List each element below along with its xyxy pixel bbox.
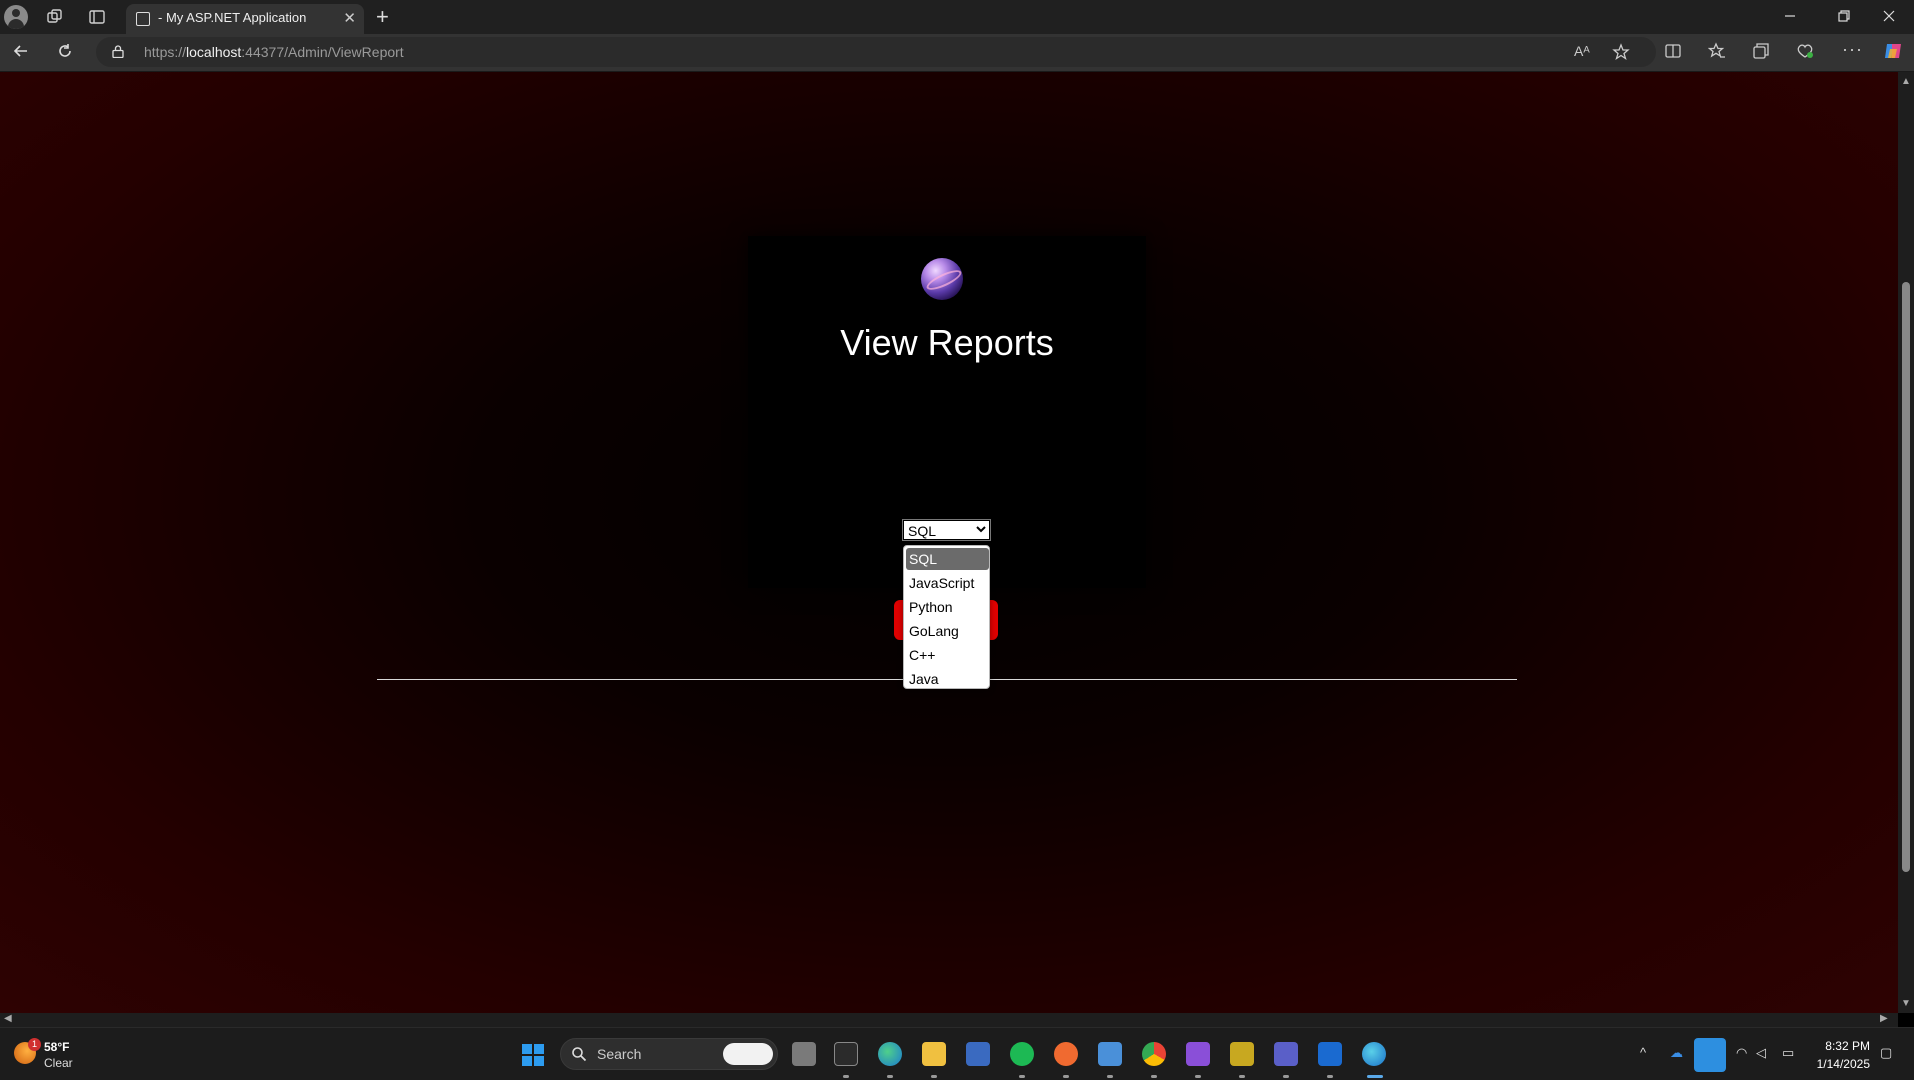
microsoft-store-icon[interactable] — [966, 1042, 990, 1066]
option-python[interactable]: Python — [906, 596, 989, 618]
windows-start-icon[interactable] — [522, 1044, 544, 1066]
option-sql[interactable]: SQL — [906, 548, 989, 570]
split-screen-icon[interactable] — [1664, 42, 1682, 60]
clock-time[interactable]: 8:32 PM — [1820, 1039, 1870, 1053]
favorite-star-icon[interactable] — [1612, 43, 1630, 61]
page-icon — [136, 12, 150, 26]
running-indicator — [1063, 1075, 1069, 1078]
read-aloud-icon[interactable]: Aᴬ — [1574, 43, 1590, 59]
search-label: Search — [597, 1046, 642, 1062]
tab-title: - My ASP.NET Application — [158, 10, 307, 25]
browser-titlebar: - My ASP.NET Application ✕ + — [0, 0, 1914, 34]
running-indicator — [1239, 1075, 1245, 1078]
select-dropdown-list: SQL JavaScript Python GoLang C++ Java — [903, 545, 990, 689]
chevron-down-icon — [976, 526, 986, 533]
search-icon — [572, 1047, 587, 1062]
option-javascript[interactable]: JavaScript — [906, 572, 989, 594]
scroll-down-icon[interactable]: ▼ — [1901, 998, 1911, 1009]
teams-icon[interactable] — [1274, 1042, 1298, 1066]
notepad-icon[interactable] — [1098, 1042, 1122, 1066]
running-indicator — [1195, 1075, 1201, 1078]
active-indicator — [1367, 1075, 1383, 1078]
profile-icon[interactable] — [4, 5, 28, 29]
vertical-tabs-icon[interactable] — [88, 8, 106, 26]
select-value: SQL — [908, 523, 937, 539]
option-golang[interactable]: GoLang — [906, 620, 989, 642]
search-highlight-icon — [723, 1043, 773, 1065]
running-indicator — [1327, 1075, 1333, 1078]
horizontal-scrollbar[interactable]: ◀ ▶ — [0, 1013, 1898, 1027]
refresh-icon[interactable] — [56, 42, 74, 60]
weather-badge: 1 — [28, 1038, 41, 1051]
spotify-icon[interactable] — [1010, 1042, 1034, 1066]
volume-icon[interactable]: ◁ — [1756, 1045, 1766, 1061]
new-tab-icon[interactable]: + — [376, 4, 389, 30]
option-cpp[interactable]: C++ — [906, 644, 989, 666]
scrollbar-thumb[interactable] — [1902, 282, 1910, 872]
postman-icon[interactable] — [1054, 1042, 1078, 1066]
url-input[interactable]: https://localhost:44377/Admin/ViewReport… — [96, 37, 1656, 67]
browser-tab[interactable]: - My ASP.NET Application ✕ — [126, 4, 364, 34]
battery-icon[interactable]: ▭ — [1782, 1045, 1794, 1061]
task-view-icon[interactable] — [792, 1042, 816, 1066]
clock-date[interactable]: 1/14/2025 — [1810, 1057, 1870, 1071]
running-indicator — [1151, 1075, 1157, 1078]
browser-essentials-icon[interactable] — [1796, 42, 1814, 60]
lock-icon[interactable] — [112, 45, 124, 58]
scroll-right-icon[interactable]: ▶ — [1880, 1013, 1888, 1024]
vertical-scrollbar[interactable]: ▲ ▼ — [1898, 72, 1914, 1013]
running-indicator — [1019, 1075, 1025, 1078]
favorites-icon[interactable] — [1708, 42, 1726, 60]
collections-icon[interactable] — [1752, 42, 1770, 60]
screen: - My ASP.NET Application ✕ + https://loc… — [0, 0, 1914, 1080]
weather-condition[interactable]: Clear — [44, 1056, 73, 1070]
restore-icon[interactable] — [1837, 9, 1851, 23]
chrome-icon[interactable] — [1142, 1042, 1166, 1066]
terminal-icon[interactable] — [834, 1042, 858, 1066]
taskbar-search[interactable]: Search — [560, 1038, 778, 1070]
back-icon[interactable] — [12, 42, 30, 60]
notifications-icon[interactable]: ▢ — [1880, 1045, 1892, 1061]
running-indicator — [843, 1075, 849, 1078]
scroll-up-icon[interactable]: ▲ — [1901, 76, 1911, 87]
workspaces-icon[interactable] — [46, 8, 64, 26]
address-bar-row: https://localhost:44377/Admin/ViewReport… — [0, 34, 1914, 72]
file-explorer-icon[interactable] — [922, 1042, 946, 1066]
microphone-icon[interactable] — [1694, 1038, 1726, 1072]
show-hidden-icons-icon[interactable]: ^ — [1640, 1045, 1646, 1060]
url-host: localhost — [186, 44, 242, 60]
taskbar: 1 58°F Clear Search ^ ☁ ◠ ◁ ▭ 8:32 PM 1/… — [0, 1027, 1914, 1080]
copilot-icon[interactable] — [1882, 40, 1904, 62]
scroll-left-icon[interactable]: ◀ — [4, 1013, 12, 1024]
url-scheme: https:// — [144, 44, 187, 60]
close-window-icon[interactable] — [1882, 9, 1896, 23]
running-indicator — [887, 1075, 893, 1078]
report-language-select[interactable]: SQL — [902, 519, 991, 541]
wifi-icon[interactable]: ◠ — [1736, 1045, 1747, 1061]
sql-server-icon[interactable] — [1230, 1042, 1254, 1066]
close-tab-icon[interactable]: ✕ — [343, 9, 356, 27]
minimize-icon[interactable] — [1782, 8, 1798, 24]
app-logo-icon — [921, 258, 963, 300]
onedrive-icon[interactable]: ☁ — [1670, 1045, 1683, 1061]
weather-temperature[interactable]: 58°F — [44, 1040, 69, 1054]
page-title: View Reports — [840, 322, 1054, 363]
url-path: :44377/Admin/ViewReport — [241, 44, 404, 60]
url-text: https://localhost:44377/Admin/ViewReport — [144, 44, 404, 60]
running-indicator — [1107, 1075, 1113, 1078]
running-indicator — [931, 1075, 937, 1078]
option-java[interactable]: Java — [906, 668, 989, 688]
mail-icon[interactable] — [1318, 1042, 1342, 1066]
visual-studio-icon[interactable] — [1186, 1042, 1210, 1066]
more-options-icon[interactable]: ··· — [1842, 39, 1863, 60]
edge-dev-icon[interactable] — [878, 1042, 902, 1066]
running-indicator — [1283, 1075, 1289, 1078]
edge-icon[interactable] — [1362, 1042, 1386, 1066]
